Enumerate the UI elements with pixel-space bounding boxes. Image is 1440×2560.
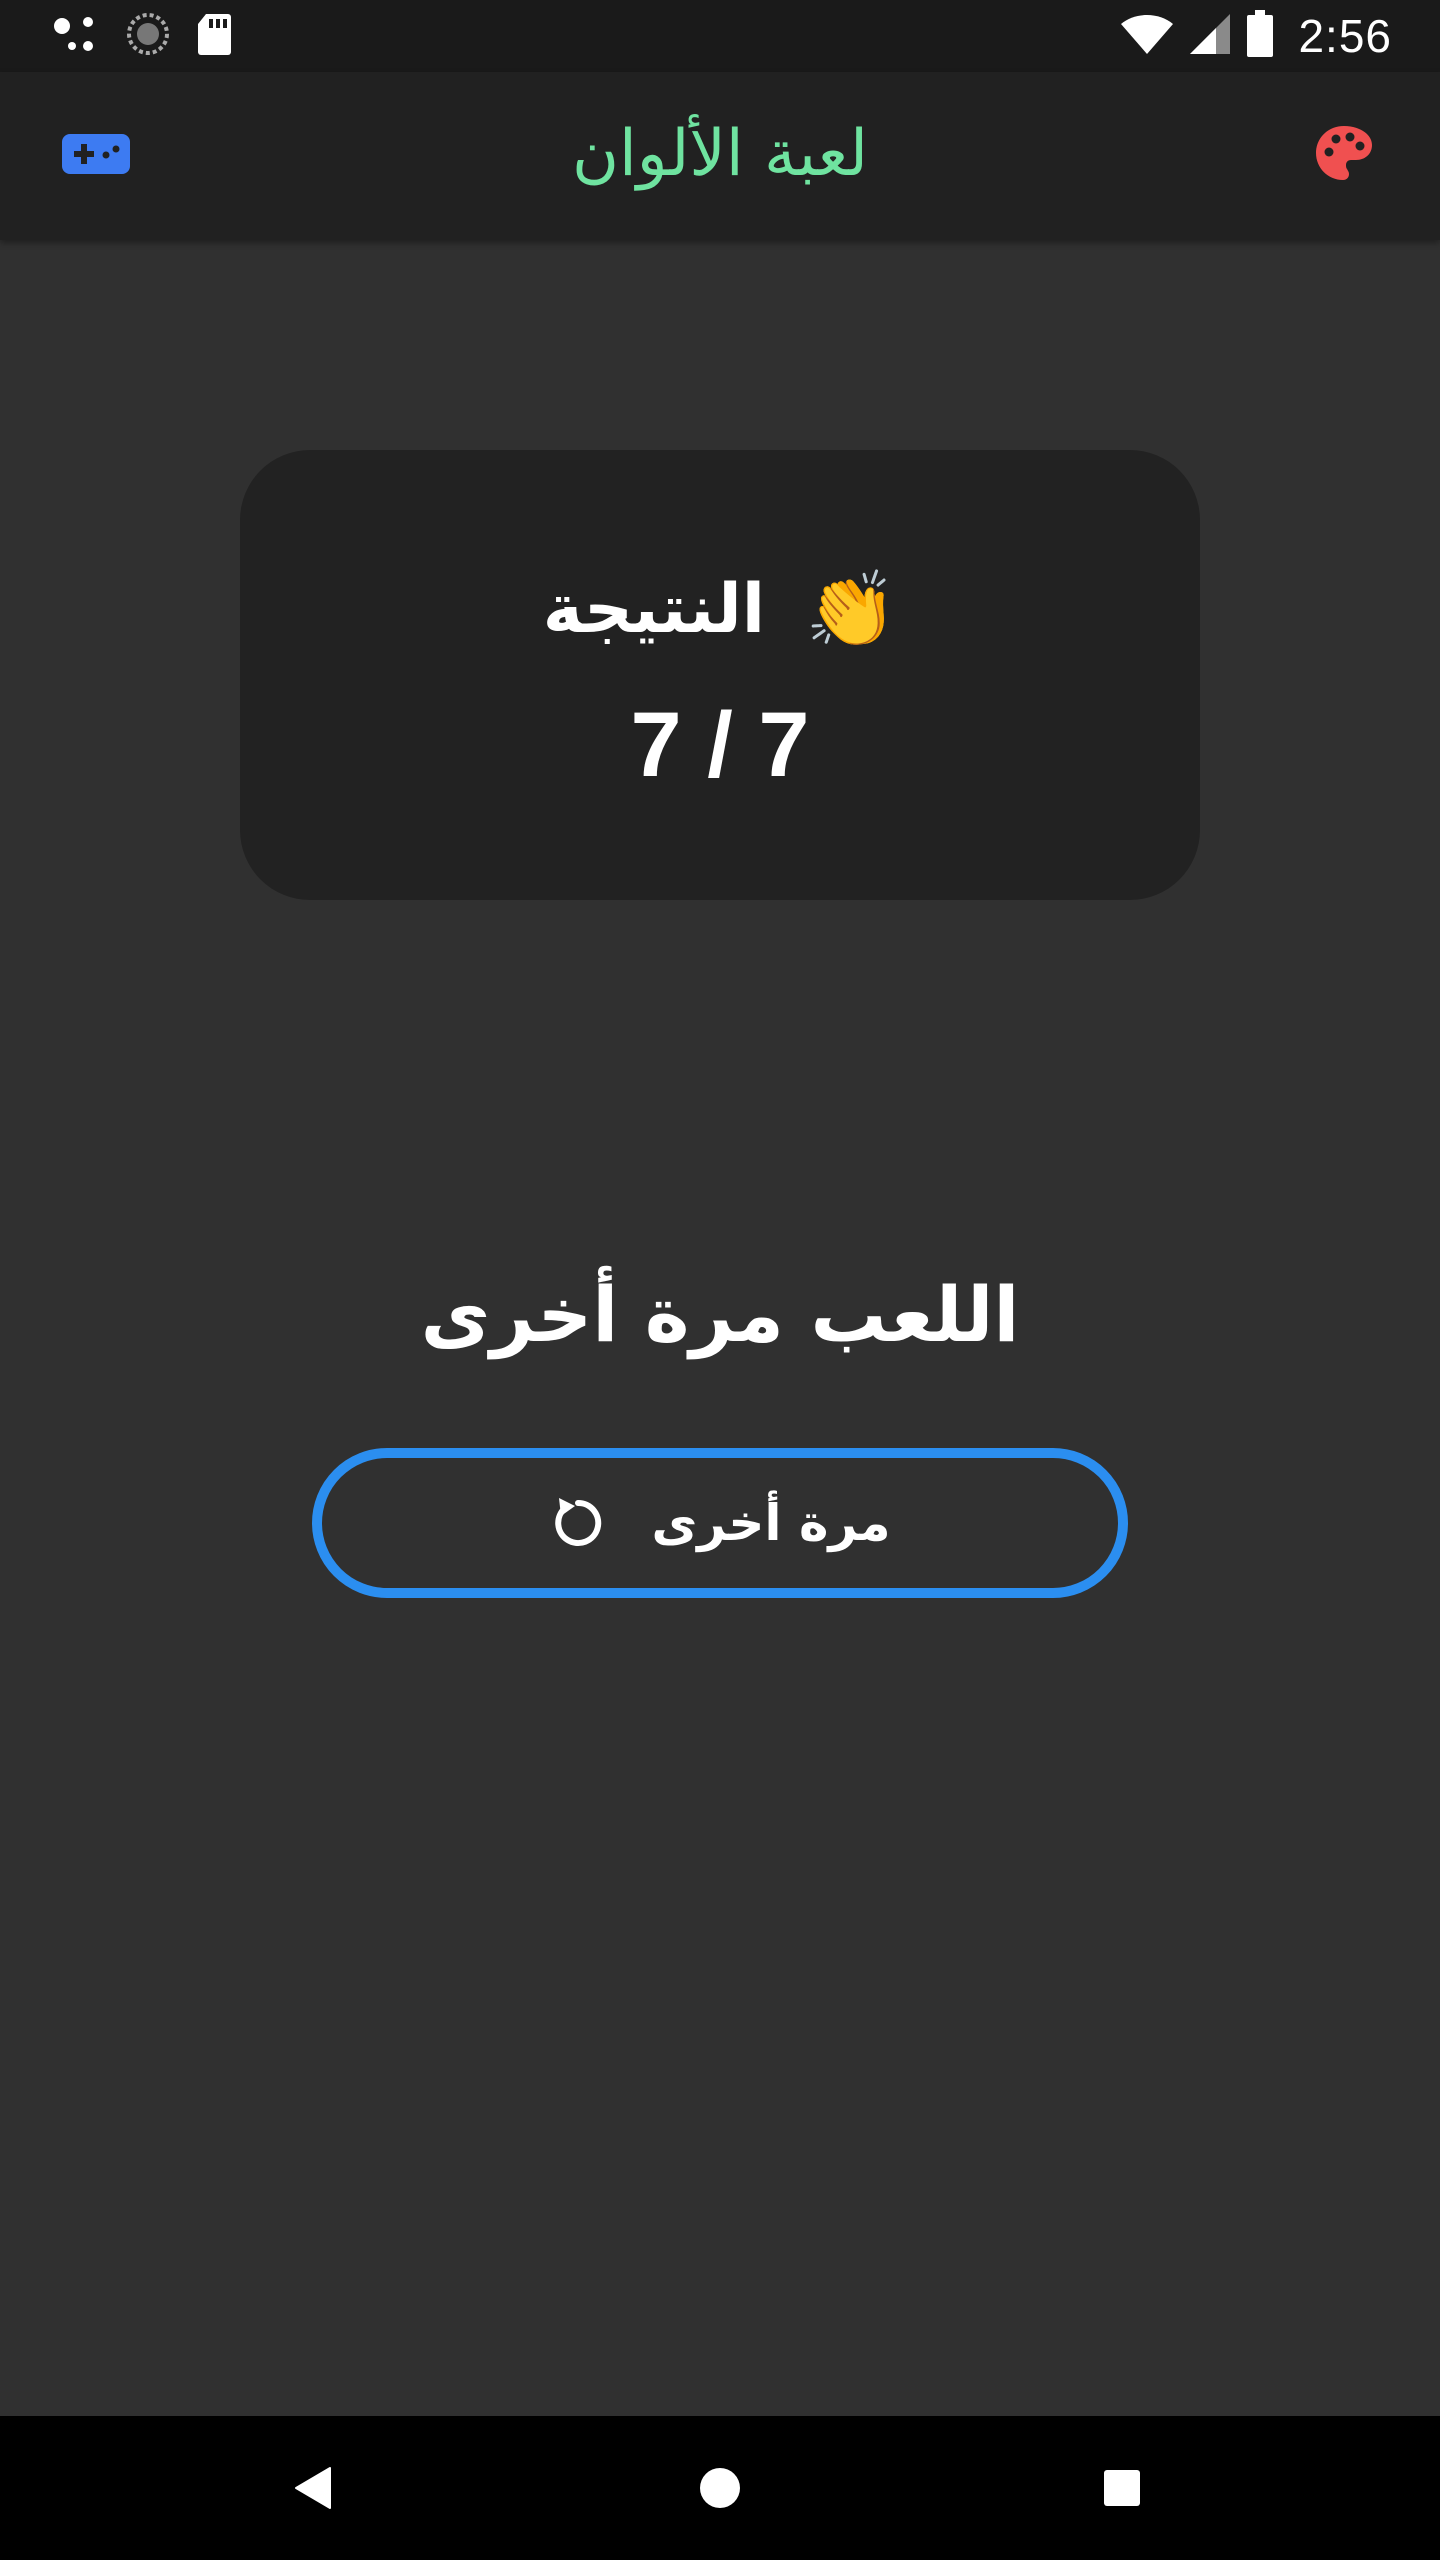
home-button[interactable] (696, 2460, 744, 2516)
recent-apps-icon (1104, 2470, 1140, 2506)
recent-apps-button[interactable] (1102, 2466, 1142, 2510)
clapping-hands-icon: 👏 (805, 566, 898, 653)
app-title: لعبة الألوان (572, 117, 868, 191)
status-left-icons (52, 12, 232, 60)
dots-icon (52, 14, 100, 58)
status-right-icons: 2:56 (1120, 8, 1392, 64)
status-time: 2:56 (1298, 10, 1392, 62)
score-value: 7 / 7 (630, 694, 810, 796)
play-again-heading: اللعب مرة أخرى (420, 1270, 1020, 1359)
navigation-bar (0, 2416, 1440, 2560)
app-bar: لعبة الألوان (0, 72, 1440, 240)
back-icon (295, 2467, 331, 2509)
play-again-button[interactable]: مرة أخرى (312, 1448, 1128, 1598)
score-card: النتيجة 👏 7 / 7 (240, 450, 1200, 900)
score-heading: النتيجة 👏 (240, 570, 1200, 649)
battery-icon (1246, 10, 1274, 62)
wifi-icon (1120, 12, 1174, 60)
palette-button[interactable] (1296, 116, 1392, 196)
screen: 2:56 لعبة الألوان النتيجة 👏 7 / 7 اللعب … (0, 0, 1440, 2560)
signal-icon (1188, 12, 1232, 60)
sd-card-icon (196, 12, 232, 60)
replay-icon (549, 1494, 607, 1552)
back-button[interactable] (288, 2460, 344, 2516)
score-label: النتيجة (542, 570, 766, 649)
sync-icon (126, 12, 170, 60)
palette-icon (1314, 124, 1374, 188)
home-icon (700, 2468, 740, 2508)
status-bar: 2:56 (0, 0, 1440, 72)
play-again-button-label: مرة أخرى (651, 1494, 891, 1552)
